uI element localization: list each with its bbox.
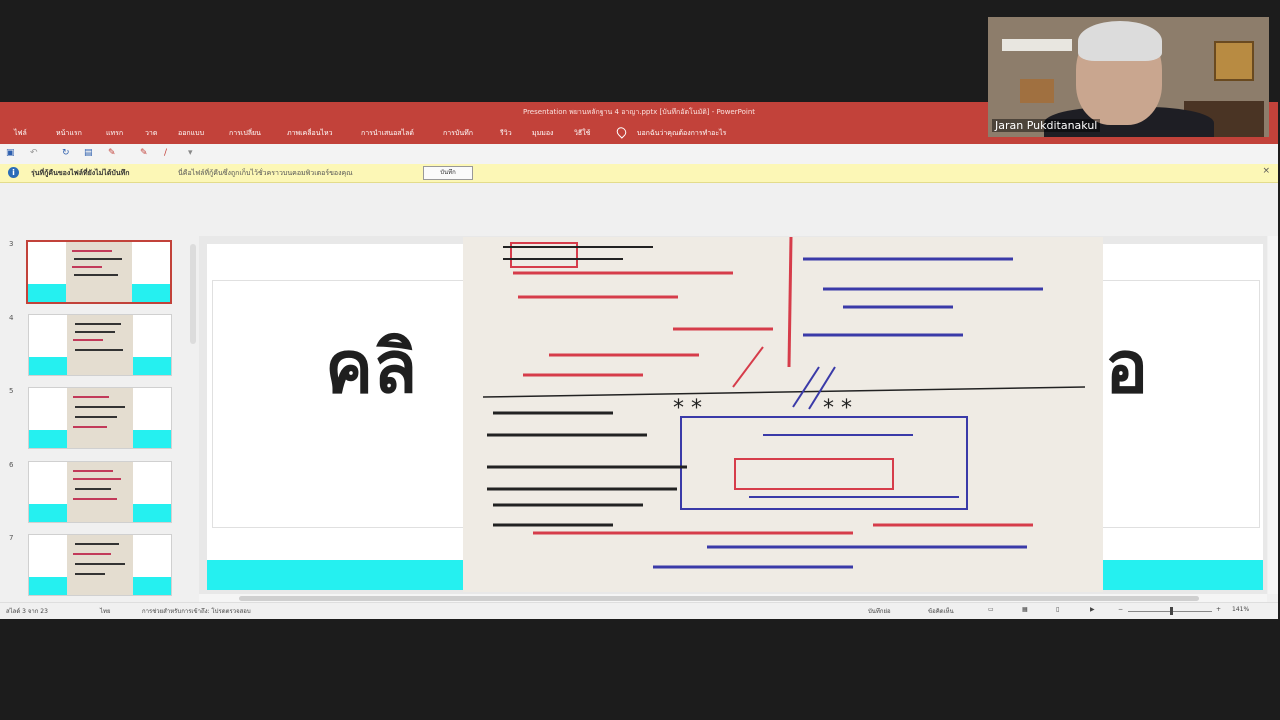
slide-counter: สไลด์ 3 จาก 23 [6,608,48,615]
normal-view-icon[interactable]: ▭ [988,606,994,613]
thumbnail-image [67,388,133,448]
thumbnail-image [67,462,133,522]
svg-text:* *: * * [823,396,852,421]
slide-thumbnails: 3 4 5 6 7 [0,236,198,600]
svg-text:* *: * * [673,396,702,421]
info-icon: i [8,167,19,178]
wall-picture [1214,41,1254,81]
slide-number: 3 [9,240,14,248]
save-icon[interactable]: ▣ [6,149,15,158]
slide-thumbnail-5[interactable] [28,387,172,449]
air-conditioner [1002,39,1072,51]
tab-slideshow[interactable]: การนำเสนอสไลด์ [361,128,414,139]
notes-sketch: * * * * [482,237,1086,569]
lightbulb-icon[interactable] [614,125,629,139]
zoom-level[interactable]: 141% [1232,606,1249,613]
slide-number: 7 [9,534,14,542]
comments-button[interactable]: ข้อคิดเห็น [928,606,954,616]
customize-icon[interactable]: ▾ [188,149,197,158]
slide-title-left: คลิ [325,325,418,409]
tab-review[interactable]: รีวิว [500,128,512,139]
close-icon[interactable]: × [1262,166,1270,176]
slide-title-right: อ [1105,325,1149,409]
webcam-overlay: Jaran Pukditanakul [988,17,1269,137]
thumbnail-image [67,315,133,375]
accessibility-status[interactable]: การช่วยสำหรับการเข้าถึง: โปรดตรวจสอบ [142,606,251,616]
handwritten-notes-photo: * * * * [463,237,1103,592]
marker-icon[interactable]: / [164,149,173,158]
slide-number: 4 [9,314,14,322]
quick-access-toolbar: ▣ ↶ ↻ ▤ ✎ ✎ / ▾ [0,144,1278,165]
tab-recording[interactable]: การบันทึก [443,128,473,139]
slide-thumbnail-6[interactable] [28,461,172,523]
slide-number: 6 [9,461,14,469]
slide-sorter-icon[interactable]: ▦ [1022,606,1028,613]
slide-thumbnail-7[interactable] [28,534,172,596]
wall-picture [1020,79,1054,103]
slide-thumbnail-4[interactable] [28,314,172,376]
language-indicator[interactable]: ไทย [100,606,111,616]
recovery-infobar: i รุ่นที่กู้คืนของไฟล์ที่ยังไม่ได้บันทึก… [0,164,1278,183]
undo-icon[interactable]: ↶ [30,149,39,158]
redo-icon[interactable]: ↻ [62,149,71,158]
vertical-scrollbar[interactable] [1268,236,1278,594]
thumbnails-scrollbar[interactable] [190,244,196,344]
save-button[interactable]: บันทึก [423,166,473,180]
slide-number: 5 [9,387,14,395]
infobar-title: รุ่นที่กู้คืนของไฟล์ที่ยังไม่ได้บันทึก [31,169,130,177]
pen-icon[interactable]: ✎ [108,149,117,158]
notes-button[interactable]: บันทึกย่อ [868,606,891,616]
reading-view-icon[interactable]: ▯ [1056,606,1059,613]
tab-insert[interactable]: แทรก [106,128,123,139]
slideshow-icon[interactable]: ▶ [1090,606,1095,613]
tab-transitions[interactable]: การเปลี่ยน [229,128,261,139]
zoom-out-icon[interactable]: − [1118,606,1123,613]
tab-design[interactable]: ออกแบบ [178,128,204,139]
tab-animations[interactable]: ภาพเคลื่อนไหว [287,128,333,139]
zoom-in-icon[interactable]: + [1216,606,1221,613]
infobar-message: นี่คือไฟล์ที่กู้คืนซึ่งถูกเก็บไว้ชั่วครา… [178,169,353,177]
zoom-slider-thumb[interactable] [1170,607,1173,615]
tab-home[interactable]: หน้าแรก [56,128,82,139]
thumbnail-image [66,242,132,302]
tab-help[interactable]: วิธีใช้ [574,128,590,139]
slide-thumbnail-3[interactable] [26,240,172,304]
tell-me-search[interactable]: บอกฉันว่าคุณต้องการทำอะไร [637,128,726,139]
thumbnail-image [67,535,133,595]
participant-name: Jaran Pukditanakul [992,119,1101,132]
status-bar: สไลด์ 3 จาก 23 ไทย การช่วยสำหรับการเข้าถ… [0,602,1278,619]
present-icon[interactable]: ▤ [84,149,93,158]
person-hair [1078,21,1162,61]
highlighter-icon[interactable]: ✎ [140,149,149,158]
tab-view[interactable]: มุมมอง [532,128,553,139]
tab-file[interactable]: ไฟล์ [14,128,27,139]
tab-draw[interactable]: วาด [145,128,157,139]
